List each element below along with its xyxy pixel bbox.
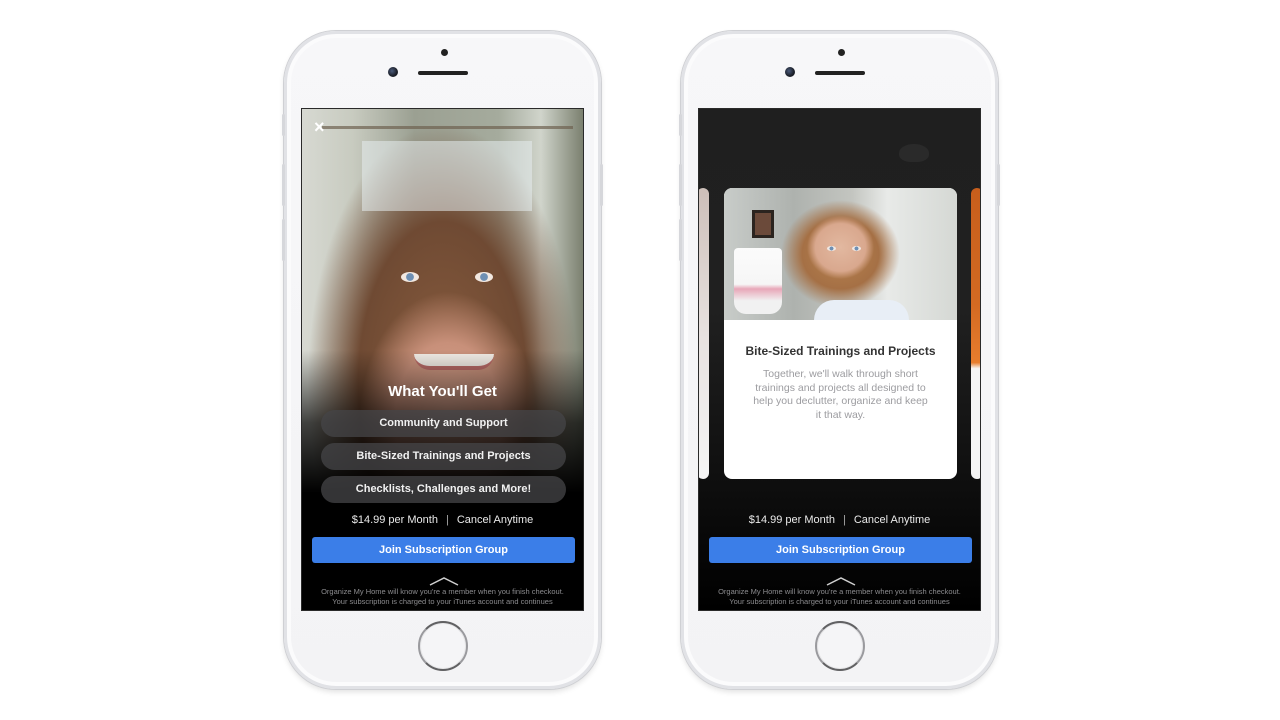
fine-print-line: Organize My Home will know you're a memb… <box>321 587 564 596</box>
earpiece-speaker <box>815 71 865 75</box>
volume-down-button <box>679 219 682 261</box>
fine-print-line: Organize My Home will know you're a memb… <box>718 587 961 596</box>
carousel-card-next[interactable] <box>971 188 980 479</box>
home-button[interactable] <box>815 621 865 671</box>
window <box>362 141 532 211</box>
phone-right: Bite-Sized Trainings and Projects Togeth… <box>679 31 1000 689</box>
fine-print-line: Your subscription is charged to your iTu… <box>332 597 553 606</box>
power-button <box>600 164 603 206</box>
eye <box>401 272 419 282</box>
screen-feature-detail: Bite-Sized Trainings and Projects Togeth… <box>698 108 981 611</box>
proximity-sensor <box>441 49 448 56</box>
chevron-up-icon[interactable] <box>825 575 857 587</box>
front-camera-icon <box>388 67 398 77</box>
mug <box>734 248 782 314</box>
power-button <box>997 164 1000 206</box>
separator: | <box>445 514 449 526</box>
price-text: $14.99 per Month <box>351 514 438 526</box>
volume-up-button <box>282 164 285 206</box>
feature-card-image <box>724 188 957 320</box>
chevron-up-icon[interactable] <box>428 575 460 587</box>
feature-card-title: Bite-Sized Trainings and Projects <box>745 344 936 358</box>
volume-down-button <box>282 219 285 261</box>
join-subscription-button[interactable]: Join Subscription Group <box>312 537 575 563</box>
ceiling-lamp <box>899 144 929 162</box>
mute-switch <box>282 114 285 136</box>
cancel-anytime-text: Cancel Anytime <box>853 514 931 526</box>
eye <box>852 246 861 251</box>
shirt <box>814 300 909 320</box>
carousel-card-previous[interactable] <box>699 188 709 479</box>
feature-pill-trainings[interactable]: Bite-Sized Trainings and Projects <box>321 443 566 470</box>
feature-pill-community[interactable]: Community and Support <box>321 410 566 437</box>
front-camera-icon <box>785 67 795 77</box>
fine-print: Organize My Home will know you're a memb… <box>699 587 980 607</box>
cancel-anytime-text: Cancel Anytime <box>456 514 534 526</box>
price-text: $14.99 per Month <box>748 514 835 526</box>
fine-print: Organize My Home will know you're a memb… <box>302 587 583 607</box>
price-line: $14.99 per Month | Cancel Anytime <box>699 514 980 526</box>
section-title: What You'll Get <box>388 383 497 400</box>
eye <box>827 246 836 251</box>
fine-print-line: Your subscription is charged to your iTu… <box>729 597 950 606</box>
earpiece-speaker <box>418 71 468 75</box>
price-line: $14.99 per Month | Cancel Anytime <box>302 514 583 526</box>
join-subscription-button[interactable]: Join Subscription Group <box>709 537 972 563</box>
eye <box>475 272 493 282</box>
feature-card-description: Together, we'll walk through short train… <box>753 368 928 421</box>
picture-frame <box>752 210 774 238</box>
separator: | <box>842 514 846 526</box>
volume-up-button <box>679 164 682 206</box>
phone-left: × What You'll Get Community and Support … <box>282 31 603 689</box>
screen-what-youll-get: × What You'll Get Community and Support … <box>301 108 584 611</box>
proximity-sensor <box>838 49 845 56</box>
feature-pill-checklists[interactable]: Checklists, Challenges and More! <box>321 476 566 503</box>
close-icon[interactable]: × <box>314 118 330 136</box>
mute-switch <box>679 114 682 136</box>
curtain-rod <box>322 126 573 129</box>
feature-card[interactable]: Bite-Sized Trainings and Projects Togeth… <box>724 188 957 479</box>
home-button[interactable] <box>418 621 468 671</box>
